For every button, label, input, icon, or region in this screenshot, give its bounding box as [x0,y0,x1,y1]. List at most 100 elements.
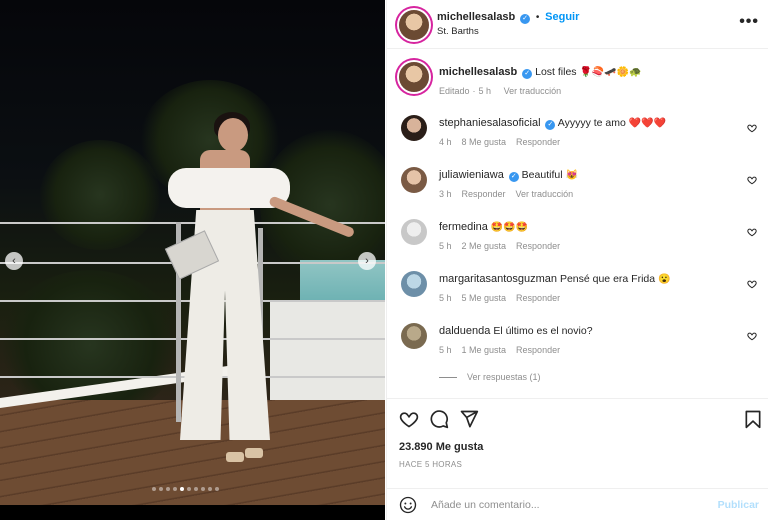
location-link[interactable]: St. Barths [437,26,479,37]
comment-username[interactable]: margaritasantosguzman [439,273,557,285]
commenter-avatar[interactable] [401,219,427,245]
comment-row: margaritasantosguzman Pensé que era Frid… [399,269,759,313]
comment-time[interactable]: 5 h [439,345,452,355]
author-line: michellesalasb ✓ • Seguir [437,11,579,24]
carousel-dot [215,487,219,491]
caption: michellesalasb ✓ Lost files 🌹🍣🛹🌼🐢 Editad… [399,62,759,102]
comment-username[interactable]: stephaniesalasoficial [439,117,541,129]
shoe [226,452,244,462]
follow-button[interactable]: Seguir [545,11,579,23]
comment-time[interactable]: 4 h [439,137,452,147]
comment-icon[interactable] [429,409,449,429]
comment-body: stephaniesalasoficial ✓ Ayyyyy te amo ❤️… [439,117,739,130]
carousel-dot [166,487,170,491]
comment-composer: Añade un comentario... Publicar [387,488,768,520]
author-username[interactable]: michellesalasb [437,11,515,23]
comment-likes[interactable]: 2 Me gusta [462,241,507,251]
instagram-post-view: ‹ › michellesalasb ✓ • Seguir St. Barths… [0,0,768,520]
caption-emojis: 🌹🍣🛹🌼🐢 [579,67,642,78]
comment-meta: 5 h 2 Me gusta Responder [439,241,570,251]
commenter-avatar[interactable] [401,323,427,349]
verified-icon: ✓ [520,14,531,24]
comment-meta: 5 h 5 Me gusta Responder [439,293,570,303]
post-photo[interactable] [0,0,385,505]
post-media: ‹ › [0,0,385,520]
comment-row: dalduenda El último es el novio? 5 h 1 Me… [399,321,759,365]
reply-button[interactable]: Responder [516,345,560,355]
post-header: michellesalasb ✓ • Seguir St. Barths ••• [387,0,768,49]
edited-label: Editado [439,86,470,96]
comment-time[interactable]: 3 h [439,189,452,199]
comment-username[interactable]: fermedina [439,221,488,233]
heart-icon[interactable] [747,227,757,237]
comment-meta: 3 h Responder Ver traducción [439,189,583,199]
carousel-dot [159,487,163,491]
heart-icon[interactable] [747,175,757,185]
commenter-avatar[interactable] [401,115,427,141]
carousel-dot [180,487,184,491]
carousel-next-button[interactable]: › [358,252,376,270]
heart-icon[interactable] [747,279,757,289]
author-avatar[interactable] [399,10,429,40]
heart-icon[interactable] [747,123,757,133]
carousel-dot [208,487,212,491]
wall [270,300,385,410]
likes-count[interactable]: 23.890 Me gusta [399,441,483,453]
caption-time[interactable]: 5 h [479,86,492,96]
more-icon[interactable]: ••• [739,13,759,31]
reply-button[interactable]: Responder [462,189,506,199]
commenter-avatar[interactable] [401,167,427,193]
comment-username[interactable]: juliawieniawa [439,169,504,181]
comment-likes[interactable]: 1 Me gusta [462,345,507,355]
translate-link[interactable]: Ver traducción [504,86,562,96]
translate-link[interactable]: Ver traducción [516,189,574,199]
comment-likes[interactable]: 8 Me gusta [462,137,507,147]
share-icon[interactable] [459,409,479,429]
posted-time: HACE 5 HORAS [399,460,463,469]
commenter-avatar[interactable] [401,271,427,297]
verified-icon: ✓ [545,120,556,130]
comment-body: margaritasantosguzman Pensé que era Frid… [439,273,739,286]
comment-emojis: ❤️❤️❤️ [628,118,667,129]
carousel-dot [173,487,177,491]
carousel-indicator [152,487,219,491]
bookmark-icon[interactable] [743,409,763,429]
carousel-prev-button[interactable]: ‹ [5,252,23,270]
reply-button[interactable]: Responder [516,137,560,147]
publish-button[interactable]: Publicar [718,499,759,511]
emoji-icon[interactable] [399,496,417,514]
separator-dot: • [535,12,540,23]
person-face [218,118,248,152]
comment-text: El último es el novio? [493,325,593,337]
separator-dot: · [472,86,476,96]
carousel-dot [187,487,191,491]
comment-username[interactable]: dalduenda [439,325,490,337]
comment-time[interactable]: 5 h [439,293,452,303]
comment-input[interactable]: Añade un comentario... [431,499,540,511]
comment-likes[interactable]: 5 Me gusta [462,293,507,303]
carousel-dot [201,487,205,491]
carousel-dot [194,487,198,491]
caption-body: michellesalasb ✓ Lost files 🌹🍣🛹🌼🐢 [439,66,739,79]
view-replies-label: Ver respuestas (1) [467,372,541,382]
heart-icon[interactable] [399,409,419,429]
comment-emojis: 🤩🤩🤩 [490,222,529,233]
author-avatar[interactable] [399,62,429,92]
heart-icon[interactable] [747,331,757,341]
palm-foliage [40,140,160,250]
comment-time[interactable]: 5 h [439,241,452,251]
caption-username[interactable]: michellesalasb [439,66,517,78]
carousel-dot [152,487,156,491]
comment-meta: 5 h 1 Me gusta Responder [439,345,570,355]
reply-button[interactable]: Responder [516,293,560,303]
view-replies-link[interactable]: Ver respuestas (1) [439,372,541,382]
verified-icon: ✓ [508,172,519,182]
comment-emojis: 😻 [565,170,578,181]
comment-row: fermedina 🤩🤩🤩 5 h 2 Me gusta Responder [399,217,759,261]
comment-text: Pensé que era Frida [559,273,656,285]
caption-text: Lost files [535,66,577,78]
comment-body: fermedina 🤩🤩🤩 [439,221,739,234]
post-side-panel: michellesalasb ✓ • Seguir St. Barths •••… [386,0,768,520]
reply-button[interactable]: Responder [516,241,560,251]
caption-meta: Editado · 5 h Ver traducción [439,86,571,96]
